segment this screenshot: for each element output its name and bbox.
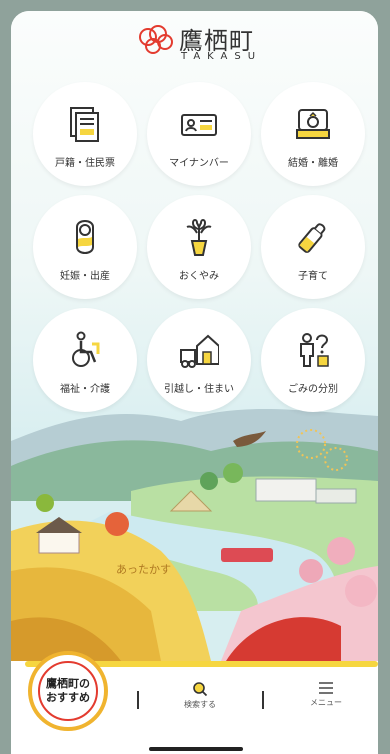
nav-divider: [137, 691, 139, 709]
tile-welfare-care[interactable]: 福祉・介護: [33, 308, 137, 412]
flower-icon: [186, 219, 212, 256]
tile-label: 子育て: [298, 271, 328, 282]
recommend-label-line1: 鷹栖町の: [46, 677, 90, 690]
tile-child-rearing[interactable]: 子育て: [261, 195, 365, 299]
tile-label: ごみの分別: [288, 384, 338, 395]
hamburger-menu-icon: [319, 682, 333, 694]
search-label: 検索する: [184, 700, 216, 709]
town-logo-icon: [139, 25, 173, 54]
tile-marriage-divorce[interactable]: 結婚・離婚: [261, 82, 365, 186]
baby-icon: [76, 220, 94, 254]
field-sign-text: あったかす: [116, 563, 171, 576]
menu-button[interactable]: メニュー: [296, 681, 356, 708]
tile-label: 福祉・介護: [60, 384, 110, 395]
document-icon: [70, 107, 99, 142]
ring-box-icon: [296, 109, 330, 139]
search-icon: [193, 682, 208, 697]
tile-label: 妊娠・出産: [60, 271, 110, 282]
search-button[interactable]: 検索する: [170, 681, 230, 710]
wheelchair-icon: [72, 331, 100, 367]
tile-label: 結婚・離婚: [288, 158, 338, 169]
tile-label: おくやみ: [179, 271, 219, 282]
tile-pregnancy-birth[interactable]: 妊娠・出産: [33, 195, 137, 299]
moving-truck-icon: [180, 334, 219, 368]
app-header: 鷹栖町 TAKASU: [11, 11, 378, 71]
town-name-romaji: TAKASU: [181, 51, 263, 62]
app-screen: あったかす 鷹栖町 TAKASU 戸籍・住民票 マイナンバー 結婚・離婚 妊娠・…: [11, 11, 378, 754]
tile-label: 戸籍・住民票: [55, 158, 115, 169]
baby-bottle-icon: [298, 223, 326, 253]
id-card-icon: [181, 114, 217, 136]
recommend-button[interactable]: 鷹栖町の おすすめ: [28, 651, 108, 731]
tile-garbage-sorting[interactable]: ごみの分別: [261, 308, 365, 412]
bottom-navigation: 鷹栖町の おすすめ 検索する メニュー: [11, 651, 378, 754]
home-indicator[interactable]: [149, 747, 243, 751]
menu-label: メニュー: [310, 698, 342, 707]
tile-label: マイナンバー: [169, 158, 229, 169]
tile-my-number[interactable]: マイナンバー: [147, 82, 251, 186]
tile-family-register[interactable]: 戸籍・住民票: [33, 82, 137, 186]
tile-moving-housing[interactable]: 引越し・住まい: [147, 308, 251, 412]
nav-divider: [262, 691, 264, 709]
recommend-label-line2: おすすめ: [46, 691, 90, 704]
tile-label: 引越し・住まい: [164, 384, 234, 395]
trash-sorting-icon: [300, 333, 329, 367]
tile-condolence[interactable]: おくやみ: [147, 195, 251, 299]
